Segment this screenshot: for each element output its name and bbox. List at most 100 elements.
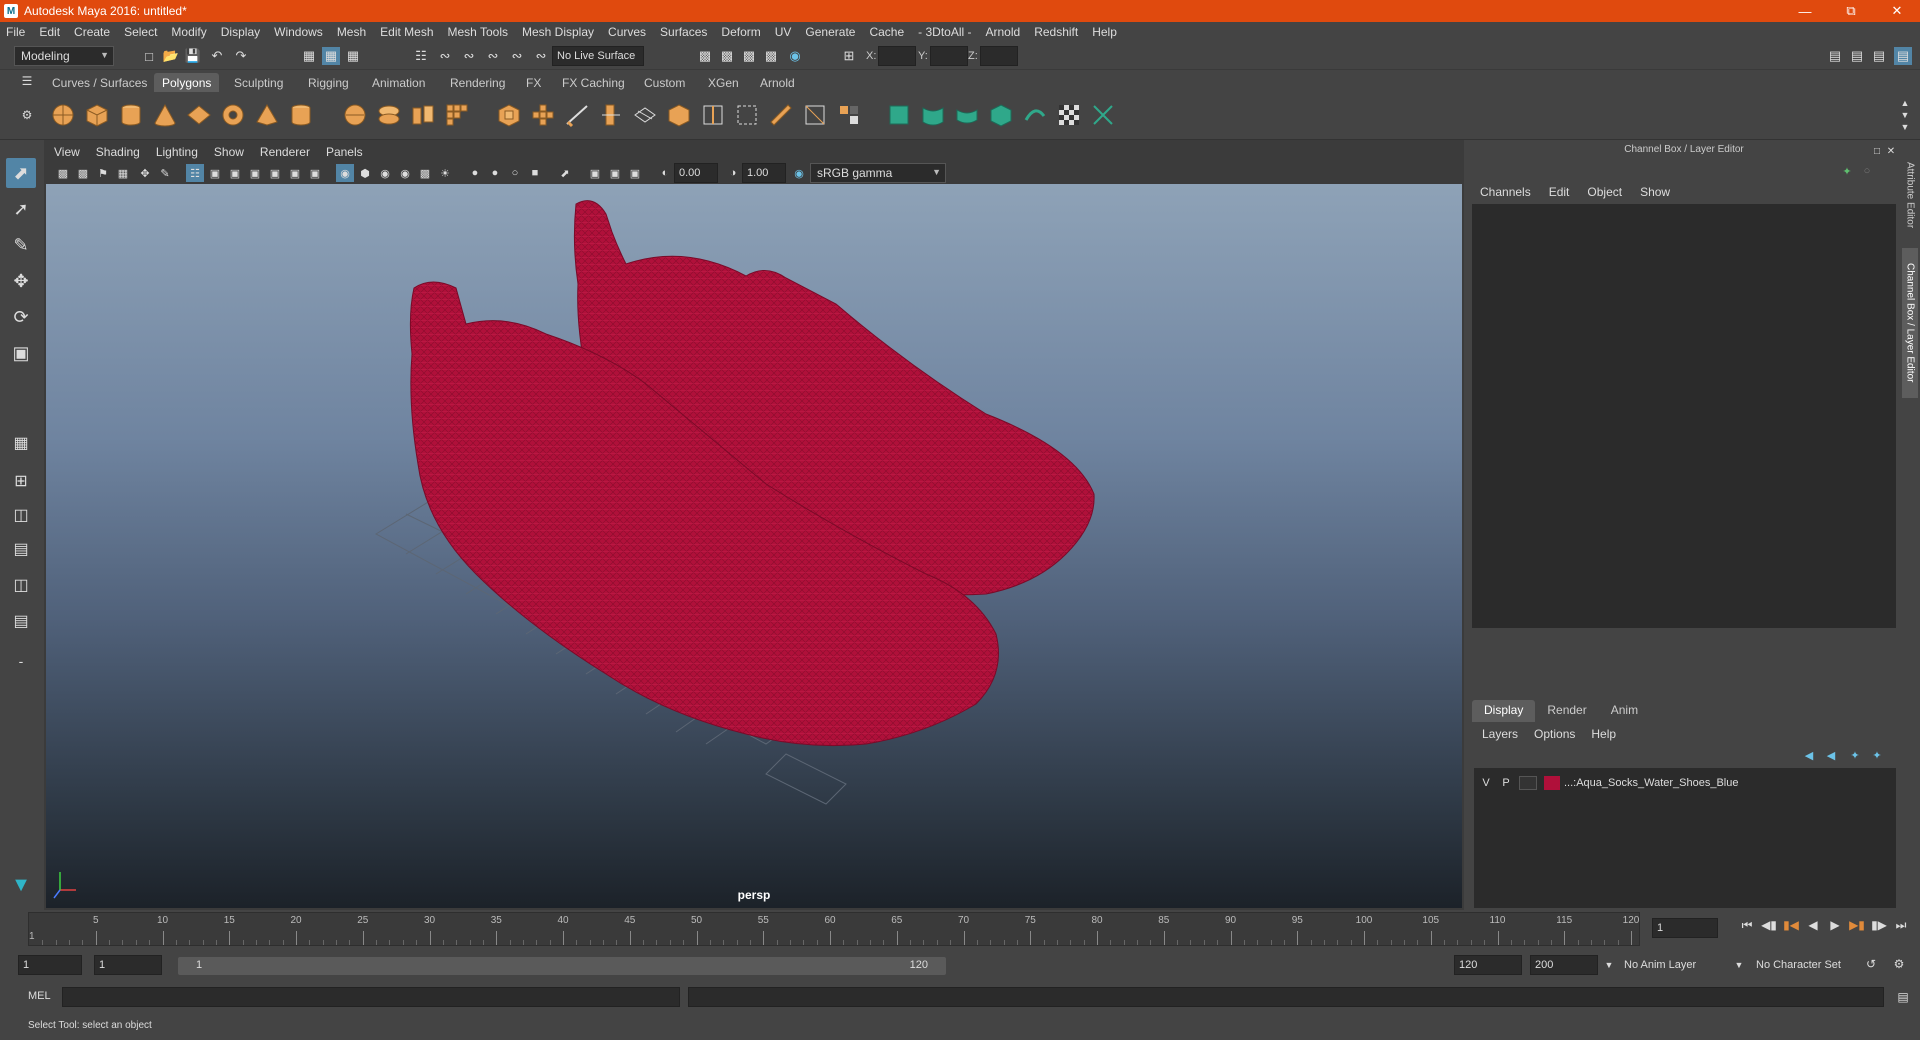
poly-torus-icon[interactable] — [218, 100, 248, 130]
use-all-lights-icon[interactable]: ☀ — [436, 164, 454, 182]
uv-unfold-icon[interactable] — [1020, 100, 1050, 130]
layer-color-swatch[interactable] — [1544, 776, 1560, 790]
camera-attributes-icon[interactable]: ▩ — [74, 164, 92, 182]
render-settings-icon[interactable]: ▩ — [762, 47, 780, 65]
move-tool-icon[interactable]: ✥ — [6, 266, 36, 296]
attribute-editor-toggle-icon[interactable]: ▤ — [1848, 47, 1866, 65]
motion-blur-icon[interactable]: ○ — [506, 164, 524, 182]
bookmark-icon[interactable]: ⚑ — [94, 164, 112, 182]
layer-visibility-toggle[interactable]: V — [1476, 777, 1496, 789]
animation-preferences-icon[interactable]: ⚙ — [1890, 955, 1908, 973]
move-layer-up-icon[interactable]: ◀ — [1800, 746, 1818, 764]
color-space-dropdown[interactable]: sRGB gamma ▼ — [810, 163, 946, 183]
gamma-field[interactable]: 1.00 — [742, 163, 786, 183]
xray-joints-icon[interactable]: ▣ — [626, 164, 644, 182]
modeling-toolkit-icon[interactable]: ▤ — [1826, 47, 1844, 65]
shelf-options-icon[interactable]: ▼ — [1896, 118, 1914, 136]
x-field[interactable] — [878, 46, 916, 66]
shelf-tab-rendering[interactable]: Rendering — [442, 73, 513, 92]
attribute-editor-tab[interactable]: Attribute Editor — [1902, 150, 1918, 240]
camera-icon[interactable]: ▩ — [54, 164, 72, 182]
viewport-menu-panels[interactable]: Panels — [326, 145, 363, 159]
layer-row[interactable]: V P ...:Aqua_Socks_Water_Shoes_Blue — [1476, 774, 1738, 792]
animation-start-field[interactable]: 1 — [18, 955, 82, 975]
snap-surface-icon[interactable]: ∾ — [508, 47, 526, 65]
menu-mesh-tools[interactable]: Mesh Tools — [448, 25, 508, 39]
auto-key-icon[interactable]: ↺ — [1862, 955, 1880, 973]
command-input[interactable] — [62, 987, 680, 1007]
poly-plane-icon[interactable] — [184, 100, 214, 130]
new-scene-icon[interactable]: □ — [140, 47, 158, 65]
scale-tool-icon[interactable]: ▣ — [6, 338, 36, 368]
shelf-tab-rigging[interactable]: Rigging — [300, 73, 357, 92]
poly-cube-icon[interactable] — [82, 100, 112, 130]
paint-select-tool-icon[interactable]: ✎ — [6, 230, 36, 260]
cut-uv-icon[interactable] — [1088, 100, 1118, 130]
wireframe-icon[interactable]: ◉ — [336, 164, 354, 182]
textured-icon[interactable]: ▩ — [416, 164, 434, 182]
uv-cylindrical-icon[interactable] — [918, 100, 948, 130]
go-to-start-icon[interactable]: ⏮ — [1736, 918, 1758, 933]
layer-list[interactable]: V P ...:Aqua_Socks_Water_Shoes_Blue — [1474, 768, 1896, 908]
snap-point-icon[interactable]: ∾ — [460, 47, 478, 65]
film-gate-icon[interactable]: ▣ — [206, 164, 224, 182]
perspective-viewport[interactable]: persp — [46, 184, 1462, 908]
layer-playback-toggle[interactable]: P — [1496, 777, 1516, 789]
shadows-icon[interactable]: ● — [466, 164, 484, 182]
smooth-icon[interactable] — [442, 100, 472, 130]
safe-title-icon[interactable]: ▣ — [306, 164, 324, 182]
lasso-tool-icon[interactable]: ➚ — [6, 194, 36, 224]
menu-edit-mesh[interactable]: Edit Mesh — [380, 25, 433, 39]
gate-mask-icon[interactable]: ▣ — [246, 164, 264, 182]
layer-name[interactable]: ...:Aqua_Socks_Water_Shoes_Blue — [1564, 777, 1738, 789]
menu-edit[interactable]: Edit — [39, 25, 60, 39]
current-frame-field[interactable]: 1 — [1652, 918, 1718, 938]
poly-pyramid-icon[interactable] — [252, 100, 282, 130]
target-weld-icon[interactable] — [664, 100, 694, 130]
bridge-icon[interactable] — [562, 100, 592, 130]
chevron-down-icon[interactable]: ▼ — [1730, 956, 1748, 974]
viewport-menu-show[interactable]: Show — [214, 145, 244, 159]
menu-generate[interactable]: Generate — [805, 25, 855, 39]
xray-active-icon[interactable]: ▣ — [606, 164, 624, 182]
go-to-end-icon[interactable]: ⏭ — [1890, 918, 1912, 933]
range-slider-bar[interactable]: 1 120 — [178, 957, 946, 975]
merge-icon[interactable] — [800, 100, 830, 130]
mode-dropdown[interactable]: Modeling ▼ — [14, 46, 114, 66]
shelf-tab-custom[interactable]: Custom — [636, 73, 693, 92]
open-scene-icon[interactable]: 📂 — [162, 47, 180, 65]
render-view-icon[interactable]: ▩ — [696, 47, 714, 65]
channel-box-toggle-icon[interactable]: ▤ — [1894, 47, 1912, 65]
menu-uv[interactable]: UV — [775, 25, 792, 39]
menu-surfaces[interactable]: Surfaces — [660, 25, 707, 39]
persp-graph-layout-icon[interactable]: ▤ — [6, 534, 36, 564]
multi-cut-icon[interactable] — [630, 100, 660, 130]
z-field[interactable] — [980, 46, 1018, 66]
hypershade-icon[interactable]: ◉ — [786, 47, 804, 65]
shelf-tab-polygons[interactable]: Polygons — [154, 73, 220, 92]
grease-pencil-icon[interactable]: ✎ — [156, 164, 174, 182]
move-layer-down-icon[interactable]: ◀ — [1822, 746, 1840, 764]
layer-display-type[interactable] — [1519, 776, 1537, 790]
cb-menu-channels[interactable]: Channels — [1480, 185, 1531, 199]
uv-editor-icon[interactable] — [1054, 100, 1084, 130]
step-back-frame-icon[interactable]: ◀▮ — [1758, 918, 1780, 933]
layer-menu-layers[interactable]: Layers — [1482, 727, 1518, 741]
select-tool-icon[interactable]: ⬈ — [6, 158, 36, 188]
exposure-icon[interactable]: ◐ — [656, 164, 674, 182]
viewport-menu-renderer[interactable]: Renderer — [260, 145, 310, 159]
playback-start-field[interactable]: 1 — [94, 955, 162, 975]
shelf-tab-xgen[interactable]: XGen — [700, 73, 747, 92]
append-polygon-icon[interactable] — [596, 100, 626, 130]
close-panel-icon[interactable]: ✕ — [1882, 142, 1900, 160]
step-forward-key-icon[interactable]: ▶▮ — [1846, 918, 1868, 933]
viewport-menu-view[interactable]: View — [54, 145, 80, 159]
layer-tab-render[interactable]: Render — [1535, 700, 1598, 722]
menu-create[interactable]: Create — [74, 25, 110, 39]
four-view-layout-icon[interactable]: ⊞ — [6, 466, 36, 496]
poly-sphere-icon[interactable] — [48, 100, 78, 130]
shelf-tab-fx[interactable]: FX — [518, 73, 549, 92]
menu-arnold[interactable]: Arnold — [986, 25, 1021, 39]
character-set-dropdown[interactable]: No Character Set — [1752, 955, 1864, 975]
snap-curve-icon[interactable]: ∾ — [436, 47, 454, 65]
